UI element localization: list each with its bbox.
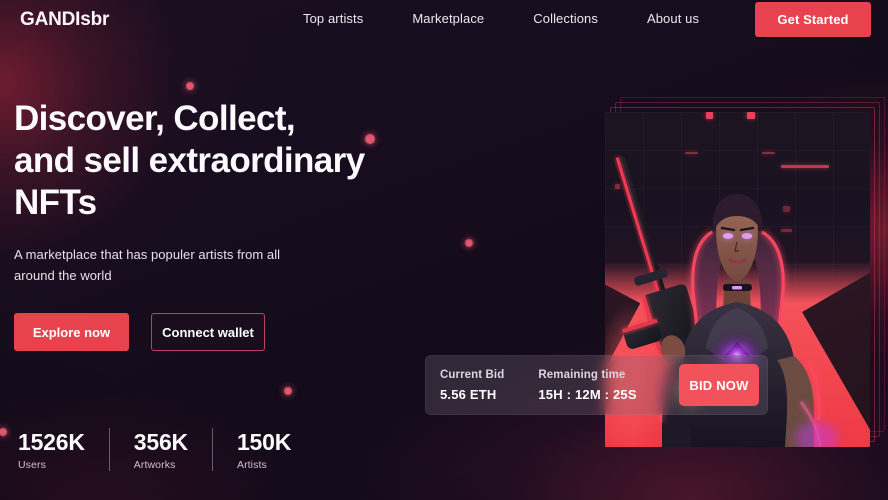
explore-now-button[interactable]: Explore now: [14, 313, 129, 351]
nav-item-top-artists[interactable]: Top artists: [303, 11, 363, 26]
main-navigation: Top artists Marketplace Collections Abou…: [303, 11, 699, 26]
hero-action-buttons: Explore now Connect wallet: [14, 313, 444, 351]
stat-artworks-value: 356K: [133, 429, 188, 455]
stat-artists: 150K Artists: [211, 428, 315, 471]
stats-bar: 1526K Users 356K Artworks 150K Artists: [18, 428, 315, 471]
hero-subtitle: A marketplace that has populer artists f…: [14, 244, 444, 286]
stat-artworks-label: Artworks: [133, 459, 176, 471]
stat-users-value: 1526K: [18, 429, 85, 455]
stat-users-label: Users: [18, 459, 46, 471]
nav-item-marketplace[interactable]: Marketplace: [412, 11, 484, 26]
bid-now-button[interactable]: BID NOW: [679, 364, 759, 406]
hero-heading-line-2: and sell extraordinary: [14, 141, 365, 180]
hero-heading: Discover, Collect, and sell extraordinar…: [14, 98, 444, 224]
brand-logo[interactable]: GANDIsbr: [20, 9, 109, 31]
remaining-time-label: Remaining time: [538, 368, 626, 381]
remaining-time-block: Remaining time 15H : 12M : 25S: [538, 369, 636, 402]
remaining-time-value: 15H : 12M : 25S: [538, 386, 637, 402]
decorative-dot: [284, 387, 292, 395]
site-header: GANDIsbr Top artists Marketplace Collect…: [0, 0, 888, 38]
current-bid-label: Current Bid: [440, 368, 505, 381]
hero-heading-line-1: Discover, Collect,: [14, 99, 296, 138]
decorative-dot: [186, 82, 194, 90]
stat-users: 1526K Users: [18, 428, 109, 471]
hero-subtitle-line-2: around the world: [14, 268, 112, 283]
hero-subtitle-line-1: A marketplace that has populer artists f…: [14, 247, 281, 262]
get-started-button[interactable]: Get Started: [755, 2, 871, 37]
stat-artists-value: 150K: [236, 429, 292, 455]
nav-item-about-us[interactable]: About us: [647, 11, 699, 26]
connect-wallet-button[interactable]: Connect wallet: [151, 313, 265, 351]
hero-page: GANDIsbr Top artists Marketplace Collect…: [0, 0, 888, 500]
decorative-dot: [465, 239, 473, 247]
bid-info-card: Current Bid 5.56 ETH Remaining time 15H …: [425, 355, 768, 415]
stat-artworks: 356K Artworks: [108, 428, 212, 471]
stat-artists-label: Artists: [236, 459, 267, 471]
hero-section: Discover, Collect, and sell extraordinar…: [14, 98, 444, 351]
current-bid-value: 5.56 ETH: [440, 386, 497, 402]
hero-heading-line-3: NFTs: [14, 183, 97, 222]
nav-item-collections[interactable]: Collections: [533, 11, 598, 26]
current-bid-block: Current Bid 5.56 ETH: [440, 369, 504, 402]
